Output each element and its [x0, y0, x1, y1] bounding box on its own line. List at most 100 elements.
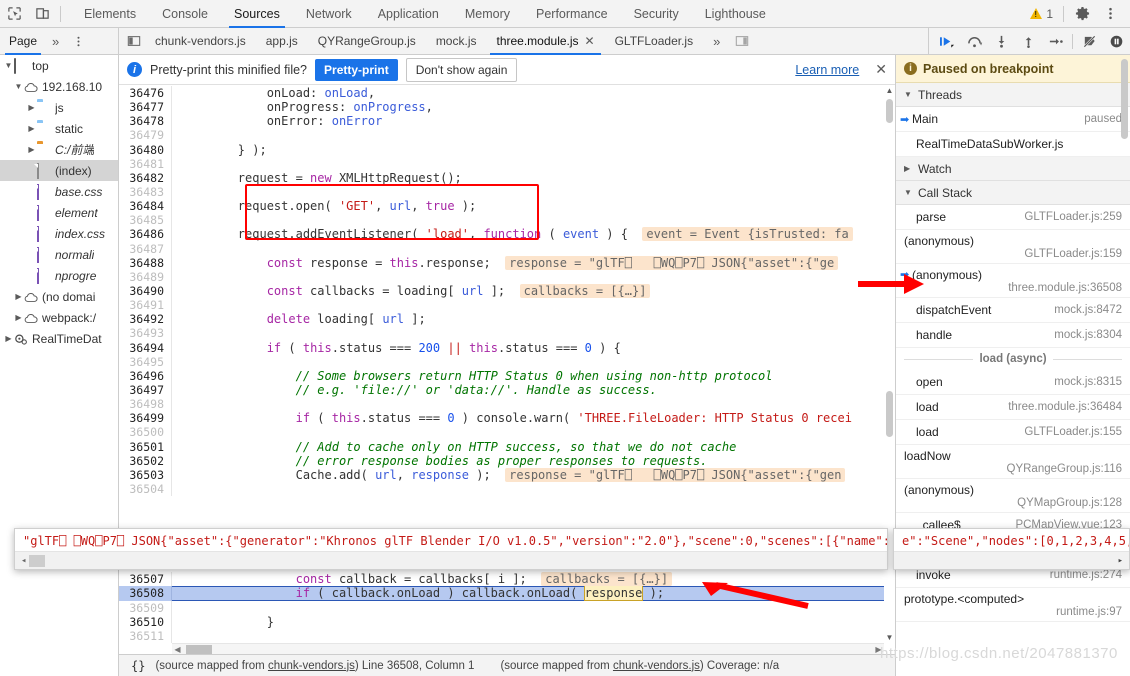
line-content[interactable]: // Some browsers return HTTP Status 0 wh…	[172, 369, 773, 383]
code-line[interactable]: 36482 request = new XMLHttpRequest();	[119, 170, 895, 185]
code-line[interactable]: 36483	[119, 184, 895, 200]
device-toolbar-icon[interactable]	[28, 1, 56, 27]
line-content[interactable]: onLoad: onLoad,	[172, 86, 375, 100]
code-line[interactable]: 36504	[119, 481, 895, 497]
chevron-down-icon[interactable]: ▼	[3, 61, 14, 70]
file-tab-qyrangegroup[interactable]: QYRangeGroup.js	[308, 28, 426, 55]
line-number[interactable]: 36491	[119, 298, 172, 313]
file-tab-chunk-vendors[interactable]: chunk-vendors.js	[145, 28, 256, 55]
chevron-right-icon[interactable]: ▶	[26, 124, 37, 133]
line-content[interactable]	[172, 425, 180, 439]
tree-item-origin[interactable]: ▼ 192.168.10	[0, 76, 118, 97]
line-content[interactable]: const response = this.response; response…	[172, 255, 839, 270]
code-line[interactable]: 36492 delete loading[ url ];	[119, 312, 895, 327]
pause-on-exceptions-button[interactable]	[1103, 28, 1130, 55]
chevron-down-icon[interactable]: ▼	[904, 188, 913, 197]
scroll-down-icon[interactable]: ▼	[885, 633, 894, 643]
tab-sources[interactable]: Sources	[221, 0, 293, 28]
close-icon[interactable]: ✕	[585, 28, 595, 55]
tree-item-cpath[interactable]: ▶ C:/前端	[0, 139, 118, 160]
line-number[interactable]: 36497	[119, 382, 172, 398]
tree-item-top[interactable]: ▼ top	[0, 55, 118, 76]
tab-memory[interactable]: Memory	[452, 0, 523, 28]
learn-more-link[interactable]: Learn more	[795, 63, 859, 77]
call-stack-frame[interactable]: (anonymous) QYMapGroup.js:128	[896, 479, 1130, 513]
line-number[interactable]: 36494	[119, 340, 172, 355]
code-line[interactable]: 36495	[119, 354, 895, 369]
line-content[interactable]: const callbacks = loading[ url ]; callba…	[172, 283, 651, 298]
call-stack-frame[interactable]: dispatchEvent mock.js:8472	[896, 298, 1130, 323]
line-content[interactable]	[172, 355, 180, 369]
line-content[interactable]: // error response bodies as proper respo…	[172, 454, 708, 468]
warning-count-badge[interactable]: 1	[1024, 7, 1059, 21]
line-number[interactable]: 36499	[119, 411, 172, 426]
line-number[interactable]: 36510	[119, 614, 172, 629]
popover-expand-bar[interactable]: ◂	[15, 551, 887, 569]
line-content[interactable]	[172, 213, 180, 227]
code-line[interactable]: 36477 onProgress: onProgress,	[119, 100, 895, 115]
tree-item-base-css[interactable]: base.css	[0, 181, 118, 202]
tree-item-webpack[interactable]: ▶ webpack:/	[0, 307, 118, 328]
code-line[interactable]: 36500	[119, 425, 895, 440]
line-number[interactable]: 36503	[119, 467, 172, 482]
tree-item-js[interactable]: ▶ js	[0, 97, 118, 118]
code-line[interactable]: 36507 const callback = callbacks[ i ]; c…	[119, 572, 895, 587]
scroll-left-icon[interactable]: ◀	[172, 645, 183, 654]
expand-right-icon[interactable]: ▸	[1118, 556, 1123, 566]
line-number[interactable]: 36493	[119, 326, 172, 341]
line-content[interactable]: onError: onError	[172, 114, 383, 128]
line-number[interactable]: 36500	[119, 425, 172, 440]
line-content[interactable]: request = new XMLHttpRequest();	[172, 171, 462, 185]
expand-left-icon[interactable]: ◂	[21, 556, 26, 566]
line-number[interactable]: 36482	[119, 170, 172, 185]
popover-expand-bar-2[interactable]: ▸	[894, 551, 1129, 569]
call-stack-frame[interactable]: ➡ (anonymous) three.module.js:36508	[896, 264, 1130, 298]
scrollbar-thumb-2[interactable]	[886, 391, 893, 437]
sidebar-scrollbar[interactable]	[1119, 55, 1130, 676]
line-number[interactable]: 36511	[119, 628, 172, 643]
tree-item-worker[interactable]: ▶ RealTimeDat	[0, 328, 118, 349]
step-out-of-current-function-button[interactable]	[1015, 28, 1042, 55]
tab-console[interactable]: Console	[149, 0, 221, 28]
code-line[interactable]: 36487	[119, 241, 895, 256]
navigator-file-tree[interactable]: ▼ top ▼ 192.168.10 ▶ js ▶ static ▶ C:/前端	[0, 55, 119, 676]
call-stack-frame[interactable]: load GLTFLoader.js:155	[896, 420, 1130, 445]
code-line[interactable]: 36493	[119, 326, 895, 341]
code-line[interactable]: 36497 // e.g. 'file://' or 'data://'. Ha…	[119, 382, 895, 398]
close-icon[interactable]: ✕	[867, 61, 887, 78]
line-number[interactable]: 36483	[119, 184, 172, 200]
call-stack-frame[interactable]: prototype.<computed> runtime.js:97	[896, 588, 1130, 622]
line-content[interactable]	[172, 270, 180, 284]
code-line[interactable]: 36490 const callbacks = loading[ url ]; …	[119, 283, 895, 299]
tab-elements[interactable]: Elements	[71, 0, 149, 28]
file-tab-three-module[interactable]: three.module.js ✕	[486, 28, 604, 55]
thread-item-worker[interactable]: RealTimeDataSubWorker.js	[896, 132, 1130, 157]
line-content[interactable]	[172, 157, 180, 171]
more-options-icon[interactable]	[1096, 1, 1124, 27]
code-line[interactable]: 36484 request.open( 'GET', url, true );	[119, 199, 895, 214]
deactivate-breakpoints-button[interactable]	[1076, 28, 1103, 55]
line-number[interactable]: 36502	[119, 453, 172, 468]
line-number[interactable]: 36496	[119, 368, 172, 383]
file-tab-mock[interactable]: mock.js	[426, 28, 487, 55]
code-line-execution-highlight[interactable]: 36508 if ( callback.onLoad ) callback.on…	[119, 586, 895, 601]
code-line[interactable]: 36498	[119, 397, 895, 412]
line-content[interactable]: delete loading[ url ];	[172, 312, 426, 326]
format-source-icon[interactable]: {}	[119, 659, 155, 673]
code-line[interactable]: 36510 }	[119, 614, 895, 629]
line-number[interactable]: 36484	[119, 199, 172, 214]
step-over-next-function-call-button[interactable]	[961, 28, 988, 55]
line-content[interactable]	[172, 601, 180, 615]
line-number[interactable]: 36480	[119, 142, 172, 157]
line-number[interactable]: 36501	[119, 439, 172, 454]
code-line[interactable]: 36485	[119, 213, 895, 228]
line-content[interactable]: Cache.add( url, response ); response = "…	[172, 467, 846, 482]
code-line[interactable]: 36509	[119, 600, 895, 615]
line-number[interactable]: 36490	[119, 283, 172, 299]
line-content[interactable]	[172, 629, 180, 643]
code-line[interactable]: 36481	[119, 156, 895, 171]
line-number[interactable]: 36478	[119, 114, 172, 129]
code-line[interactable]: 36479	[119, 128, 895, 143]
chevron-right-icon[interactable]: ▶	[13, 292, 24, 301]
code-line[interactable]: 36511	[119, 628, 895, 643]
